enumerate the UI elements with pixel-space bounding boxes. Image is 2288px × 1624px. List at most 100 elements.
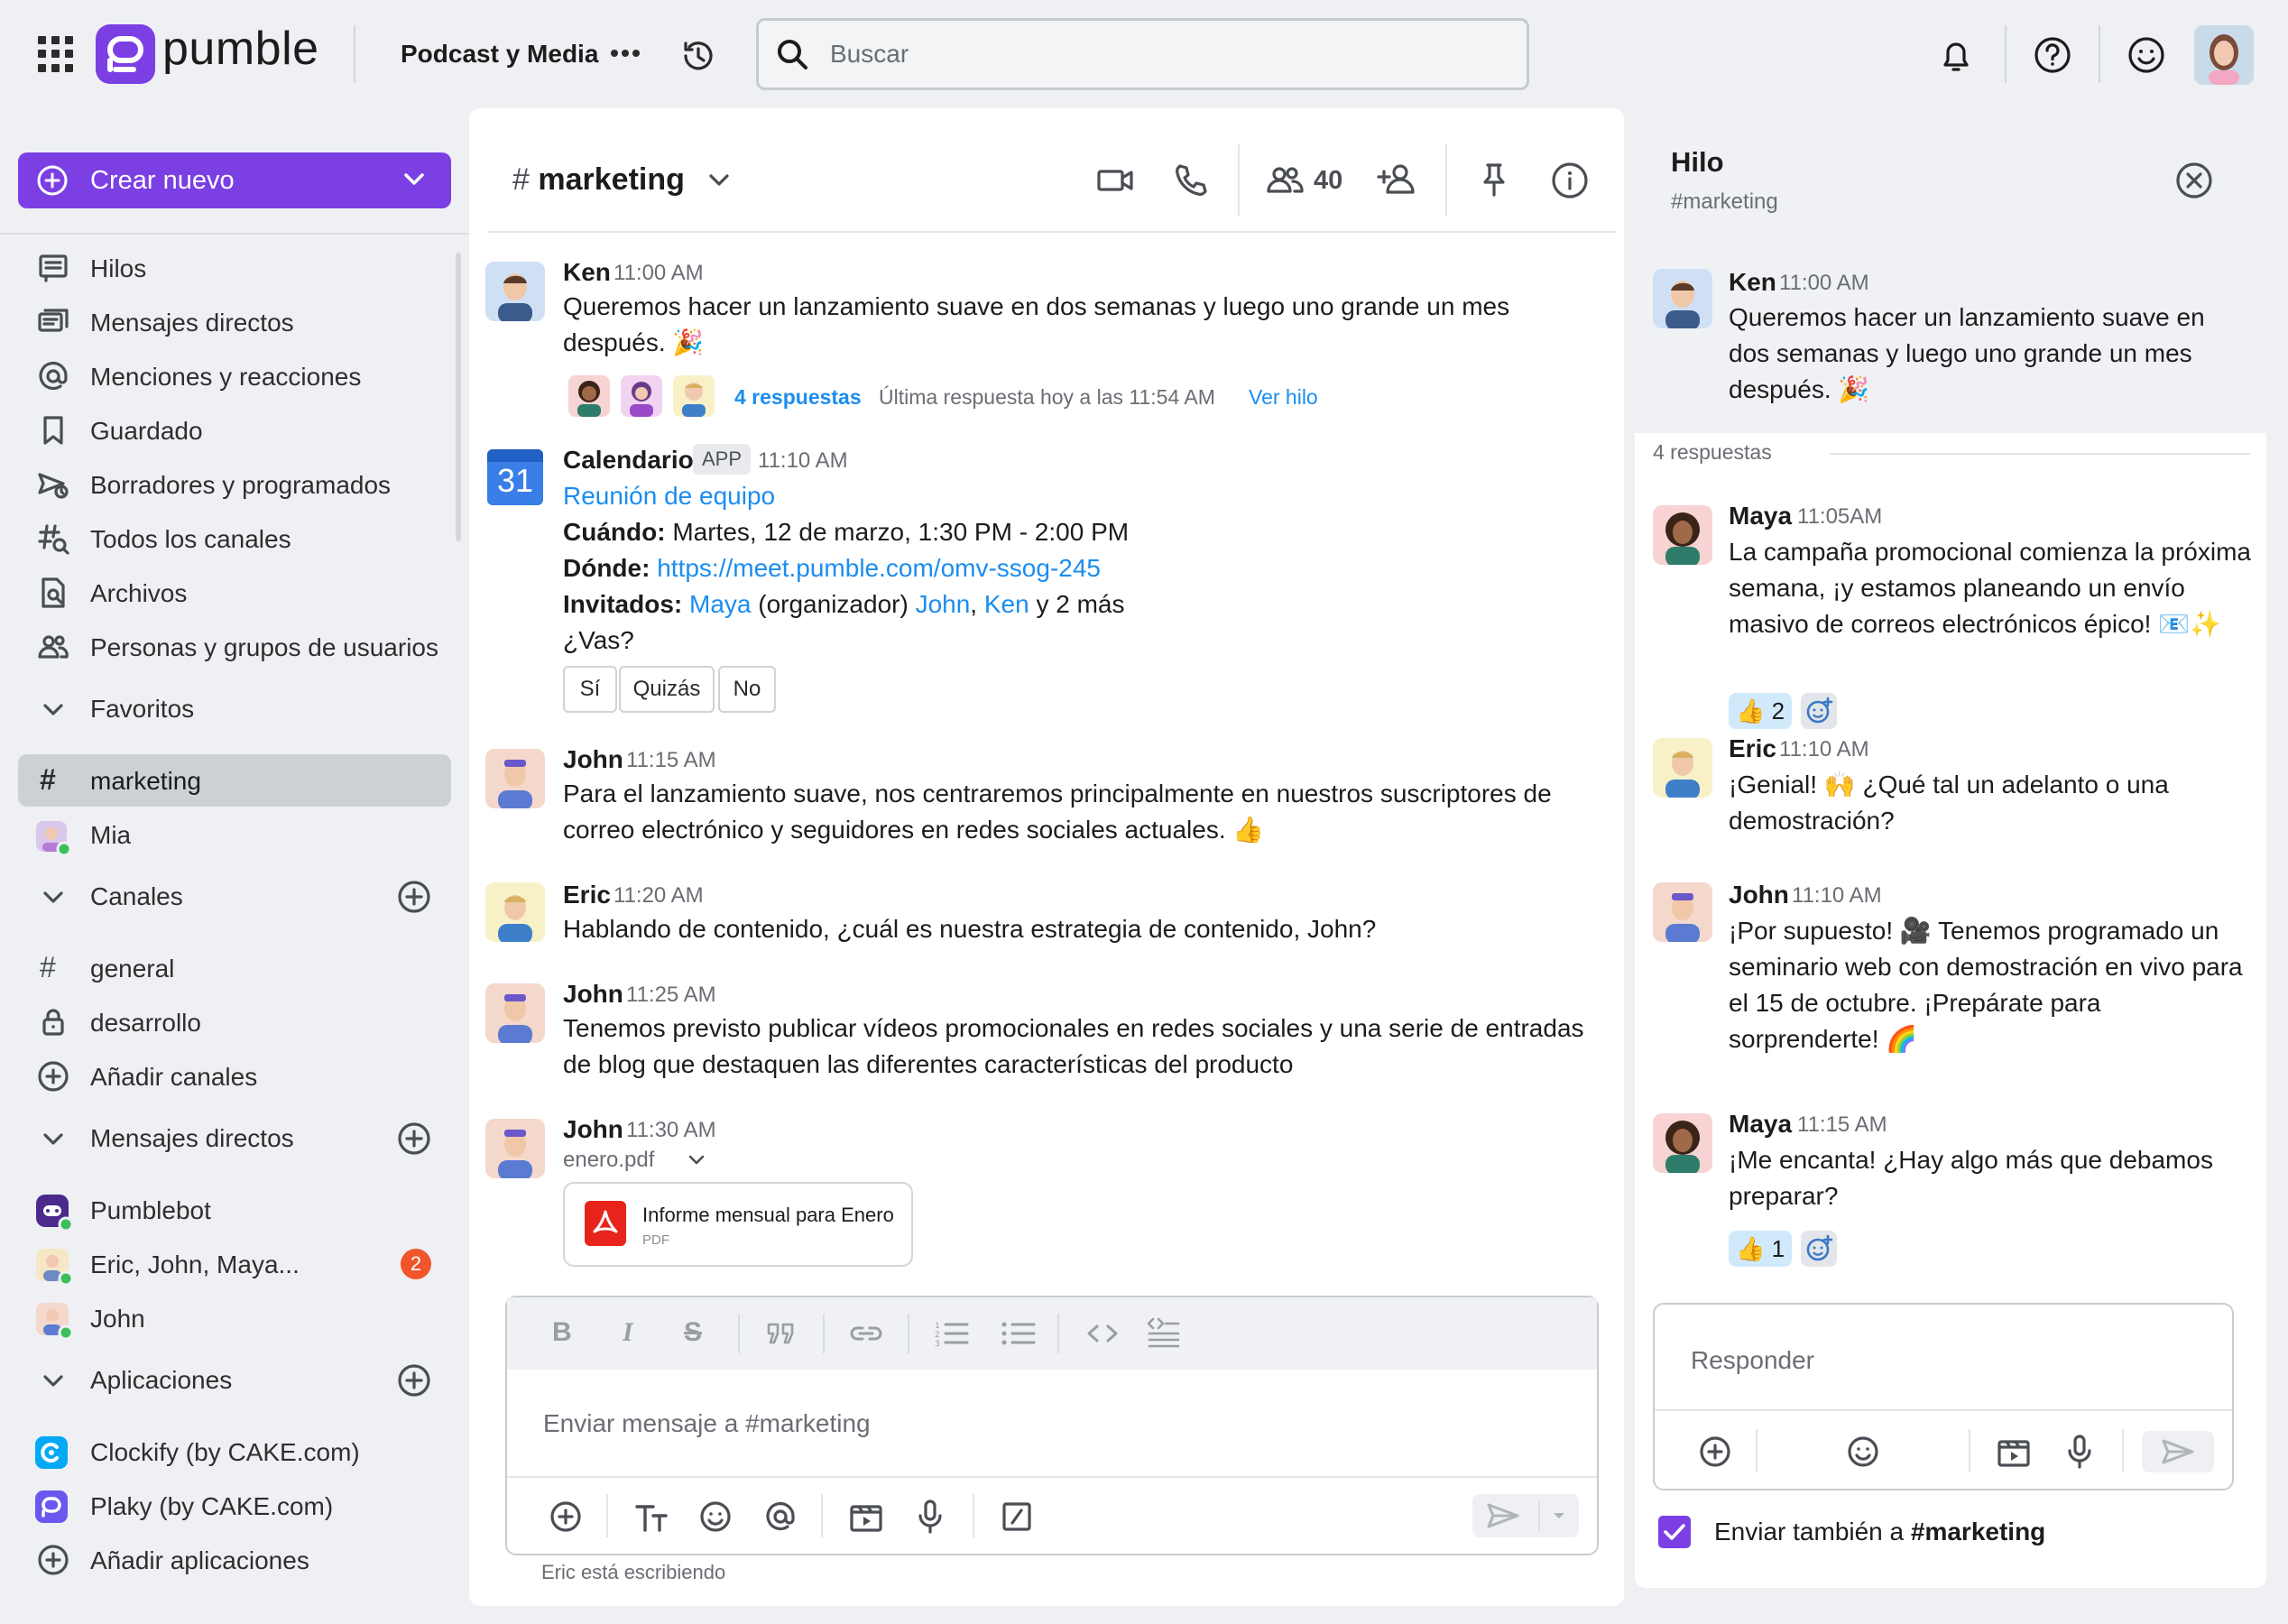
section-favorites[interactable]: Favoritos	[0, 684, 469, 734]
create-new-button[interactable]	[18, 152, 451, 208]
rsvp-yes-button[interactable]: Sí	[563, 666, 617, 713]
reaction-thumbs-up[interactable]: 👍 1	[1729, 1231, 1793, 1267]
sidebar-item-add-apps[interactable]: Añadir aplicaciones	[0, 1536, 469, 1586]
phone-icon[interactable]	[1171, 161, 1211, 200]
user-avatar[interactable]	[2194, 25, 2254, 85]
code-icon[interactable]	[1084, 1319, 1121, 1348]
avatar[interactable]	[1653, 1113, 1712, 1173]
code-block-icon[interactable]	[1146, 1315, 1182, 1350]
reply-input[interactable]: Responder	[1691, 1346, 1814, 1375]
message-author[interactable]: Eric	[1729, 734, 1776, 763]
mention-maya[interactable]: Maya	[689, 590, 751, 618]
add-reaction-icon[interactable]	[1801, 693, 1837, 729]
emoji-icon[interactable]	[698, 1499, 733, 1534]
add-member-icon[interactable]	[1375, 161, 1420, 198]
microphone-icon[interactable]	[2064, 1433, 2095, 1471]
invited-more[interactable]: y 2 más	[1036, 590, 1124, 618]
view-thread-link[interactable]: Ver hilo	[1249, 385, 1318, 410]
add-reaction-icon[interactable]	[1801, 1231, 1837, 1267]
sidebar-item-mia[interactable]: Mia	[0, 810, 469, 861]
avatar[interactable]	[485, 749, 545, 808]
more-icon[interactable]	[610, 47, 641, 60]
chevron-down-icon[interactable]	[706, 170, 733, 191]
bell-icon[interactable]	[1938, 36, 1974, 76]
attach-plus-icon[interactable]	[549, 1499, 583, 1534]
sidebar-item-all-channels[interactable]: Todos los canales	[0, 514, 469, 565]
message-author[interactable]: Maya	[1729, 502, 1792, 531]
sidebar-item-desarrollo[interactable]: desarrollo	[0, 998, 469, 1048]
sidebar-item-add-channels[interactable]: Añadir canales	[0, 1052, 469, 1103]
sidebar-item-general[interactable]: # general	[0, 944, 469, 994]
sidebar-item-files[interactable]: Archivos	[0, 568, 469, 619]
quote-icon[interactable]	[765, 1319, 798, 1348]
member-count[interactable]: 40	[1314, 166, 1342, 196]
gif-clip-icon[interactable]	[1996, 1435, 2032, 1469]
meeting-link[interactable]: https://meet.pumble.com/omv-ssog-245	[657, 554, 1101, 582]
message-author[interactable]: Ken	[1729, 268, 1776, 297]
message-author[interactable]: John	[563, 745, 623, 774]
replies-link[interactable]: 4 respuestas	[734, 385, 862, 410]
avatar[interactable]	[1653, 882, 1712, 942]
mention-john[interactable]: John	[916, 590, 971, 618]
message-author[interactable]: Maya	[1729, 1110, 1792, 1139]
workspace-name[interactable]: Podcast y Media	[401, 40, 598, 69]
sidebar-item-saved[interactable]: Guardado	[0, 406, 469, 457]
message-author[interactable]: John	[563, 1115, 623, 1144]
avatar[interactable]	[485, 983, 545, 1043]
apps-grid-icon[interactable]	[38, 36, 74, 72]
avatar[interactable]	[1653, 505, 1712, 565]
message-author[interactable]: Eric	[563, 881, 611, 909]
sidebar-item-john[interactable]: John	[0, 1294, 469, 1344]
sidebar-item-clockify[interactable]: Clockify (by CAKE.com)	[0, 1427, 469, 1478]
channel-title[interactable]: # marketing	[512, 162, 685, 198]
sidebar-item-threads[interactable]: Hilos	[0, 244, 469, 294]
sidebar-item-drafts[interactable]: Borradores y programados	[0, 460, 469, 511]
slash-command-icon[interactable]	[1000, 1499, 1034, 1534]
rsvp-maybe-button[interactable]: Quizás	[619, 666, 715, 713]
sidebar-item-marketing[interactable]: # marketing	[0, 756, 469, 807]
also-send-label[interactable]: Enviar también a #marketing	[1714, 1518, 2045, 1546]
message-author[interactable]: John	[1729, 881, 1789, 909]
section-apps[interactable]: Aplicaciones	[0, 1355, 469, 1406]
rsvp-no-button[interactable]: No	[718, 666, 776, 713]
message-author[interactable]: John	[563, 980, 623, 1009]
gif-clip-icon[interactable]	[848, 1499, 884, 1534]
members-icon[interactable]	[1265, 162, 1306, 198]
status-emoji-icon[interactable]	[2127, 36, 2165, 74]
sidebar-item-people[interactable]: Personas y grupos de usuarios	[0, 623, 469, 673]
sidebar-item-plaky[interactable]: Plaky (by CAKE.com)	[0, 1481, 469, 1532]
avatar[interactable]	[485, 882, 545, 942]
message-input[interactable]: Enviar mensaje a #marketing	[543, 1409, 871, 1438]
avatar[interactable]	[485, 262, 545, 321]
section-direct-messages[interactable]: Mensajes directos	[0, 1113, 469, 1164]
sidebar-item-direct-messages[interactable]: Mensajes directos	[0, 298, 469, 348]
help-icon[interactable]	[2034, 36, 2071, 74]
ordered-list-icon[interactable]: 123	[933, 1319, 969, 1348]
message-author[interactable]: Calendario	[563, 446, 694, 475]
message-author[interactable]: Ken	[563, 258, 611, 287]
reply-send-button[interactable]	[2142, 1431, 2214, 1472]
sidebar-item-mentions[interactable]: Menciones y reacciones	[0, 352, 469, 402]
link-icon[interactable]	[848, 1319, 884, 1348]
sidebar-item-group-dm[interactable]: Eric, John, Maya...	[0, 1240, 469, 1290]
italic-icon[interactable]: I	[623, 1317, 633, 1348]
attach-plus-icon[interactable]	[1698, 1435, 1732, 1469]
history-icon[interactable]	[678, 36, 718, 76]
info-icon[interactable]	[1550, 161, 1590, 200]
video-call-icon[interactable]	[1095, 162, 1135, 198]
chevron-down-icon[interactable]	[686, 1151, 707, 1169]
avatar[interactable]	[1653, 269, 1712, 328]
thread-channel[interactable]: #marketing	[1671, 189, 1778, 215]
emoji-icon[interactable]	[1846, 1435, 1880, 1469]
bullet-list-icon[interactable]	[1000, 1319, 1036, 1348]
mention-ken[interactable]: Ken	[984, 590, 1029, 618]
mention-icon[interactable]	[763, 1499, 798, 1534]
section-channels[interactable]: Canales	[0, 872, 469, 922]
strikethrough-icon[interactable]: S	[684, 1317, 702, 1348]
pin-icon[interactable]	[1476, 161, 1512, 200]
send-button[interactable]	[1472, 1494, 1579, 1537]
microphone-icon[interactable]	[915, 1498, 946, 1536]
close-icon[interactable]	[2174, 161, 2214, 200]
text-format-icon[interactable]	[633, 1501, 669, 1534]
bold-icon[interactable]: B	[552, 1317, 572, 1348]
